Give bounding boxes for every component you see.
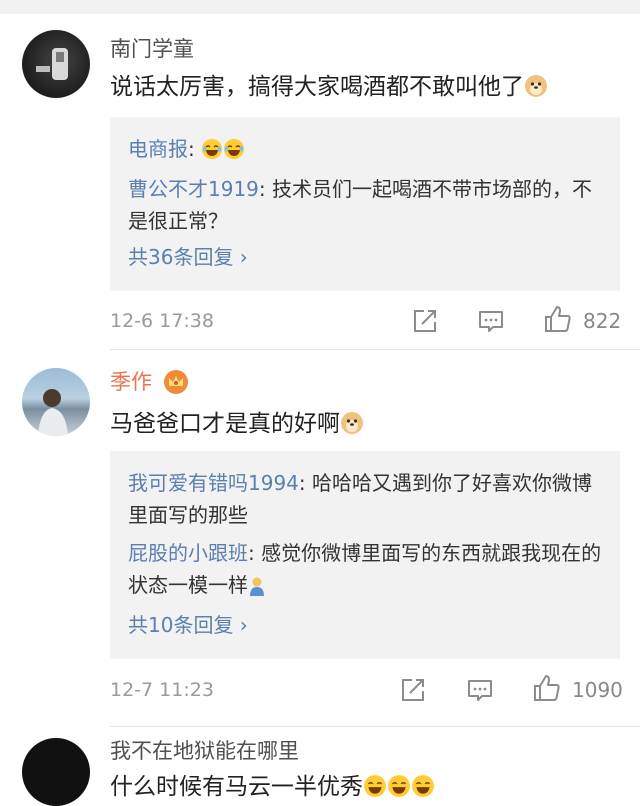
avatar[interactable] [22,368,90,436]
more-replies-link[interactable]: 共36条回复 › [128,243,248,271]
like-icon[interactable] [543,304,573,334]
top-separator [0,0,640,14]
reply-item: 曹公不才1919: 技术员们一起喝酒不带市场部的，不是很正常？ [128,173,604,237]
reply-text: : [188,137,195,161]
avatar[interactable] [22,30,90,98]
divider [110,726,640,727]
laughing-emoji [201,137,223,169]
username[interactable]: 我不在地狱能在哪里 [110,738,299,764]
comment-text: 说话太厉害，搞得大家喝酒都不敢叫他了 [110,72,548,106]
comment-text: 什么时候有马云一半优秀 [110,772,435,806]
comment-icon[interactable] [476,306,506,336]
comment-item: 季作 马爸爸口才是真的好啊 我可爱有错吗1994: 哈哈哈又遇到你了好喜欢你微博… [0,351,640,727]
laughing-emoji [363,774,387,806]
doge-emoji [340,411,364,443]
reply-box[interactable]: 我可爱有错吗1994: 哈哈哈又遇到你了好喜欢你微博里面写的那些 屁股的小跟班:… [110,451,620,659]
like-count: 822 [583,309,622,333]
share-icon[interactable] [398,675,428,705]
username[interactable]: 南门学童 [110,36,194,62]
like-count: 1090 [572,678,623,702]
like-icon[interactable] [532,673,562,703]
more-replies-link[interactable]: 共10条回复 › [128,611,248,639]
reply-item: 电商报: [128,133,604,169]
reply-nick[interactable]: 屁股的小跟班 [128,541,248,565]
person-emoji [248,573,266,605]
comment-icon[interactable] [465,675,495,705]
reply-nick[interactable]: 电商报 [128,137,188,161]
username[interactable]: 季作 [110,369,152,395]
comment-text-content: 马爸爸口才是真的好啊 [110,411,340,437]
timestamp: 12-7 11:23 [110,679,214,701]
comment-item: 南门学童 说话太厉害，搞得大家喝酒都不敢叫他了 电商报: 曹公不才1919: 技… [0,14,640,350]
laughing-emoji [223,137,245,169]
comment-text-content: 说话太厉害，搞得大家喝酒都不敢叫他了 [110,74,524,100]
comment-text: 马爸爸口才是真的好啊 [110,409,364,443]
avatar[interactable] [22,738,90,806]
doge-emoji [524,74,548,106]
laughing-emoji [411,774,435,806]
reply-item: 屁股的小跟班: 感觉你微博里面写的东西就跟我现在的状态一模一样 [128,537,604,605]
laughing-emoji [387,774,411,806]
reply-nick[interactable]: 曹公不才1919 [128,177,259,201]
reply-item: 我可爱有错吗1994: 哈哈哈又遇到你了好喜欢你微博里面写的那些 [128,467,604,531]
reply-box[interactable]: 电商报: 曹公不才1919: 技术员们一起喝酒不带市场部的，不是很正常？ 共36… [110,117,620,291]
comment-item: 我不在地狱能在哪里 什么时候有马云一半优秀 [0,728,640,806]
share-icon[interactable] [410,306,440,336]
timestamp: 12-6 17:38 [110,310,214,332]
reply-nick[interactable]: 我可爱有错吗1994 [128,471,299,495]
comment-text-content: 什么时候有马云一半优秀 [110,774,363,800]
divider [110,349,640,350]
crown-icon [163,369,189,399]
